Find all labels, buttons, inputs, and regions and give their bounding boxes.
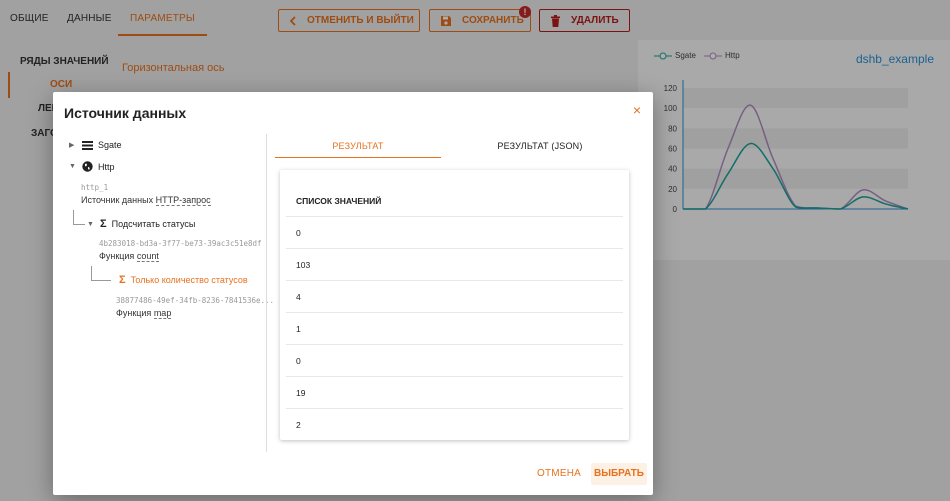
sigma-icon: Σ — [100, 218, 107, 230]
list-icon — [82, 140, 93, 150]
list-item: 19 — [286, 376, 623, 408]
tree-node-status-count-only[interactable]: Σ Только количество статусов — [119, 274, 248, 286]
description-prefix: Функция — [116, 308, 154, 318]
tree-connector — [91, 280, 111, 281]
tree-node-label: Только количество статусов — [130, 275, 248, 285]
node-description: Функция count — [99, 251, 159, 262]
tab-result-json[interactable]: РЕЗУЛЬТАТ (JSON) — [457, 134, 623, 158]
map-function-link[interactable]: map — [153, 308, 172, 319]
tree-connector — [91, 266, 92, 280]
data-source-tree: ▶ Sgate ▼ Http http_1 Источник данных HT… — [63, 136, 274, 451]
node-id: 4b283018-bd3a-3f77-be73-39ac3c51e8df — [99, 239, 262, 248]
sigma-icon: Σ — [119, 274, 126, 286]
description-prefix: Функция — [99, 251, 137, 261]
dialog-title: Источник данных — [64, 105, 187, 121]
description-prefix: Источник данных — [81, 195, 156, 205]
values-list-header: СПИСОК ЗНАЧЕНИЙ — [296, 196, 382, 206]
tree-connector — [73, 210, 74, 224]
http-request-link[interactable]: HTTP-запрос — [155, 195, 211, 206]
list-item: 4 — [286, 280, 623, 312]
globe-icon — [82, 161, 93, 172]
cancel-button[interactable]: ОТМЕНА — [537, 468, 581, 479]
count-function-link[interactable]: count — [136, 251, 159, 262]
expand-arrow-icon[interactable]: ▶ — [69, 141, 77, 149]
tree-node-label: Подсчитать статусы — [111, 219, 196, 229]
node-description: Функция map — [116, 308, 172, 319]
select-button[interactable]: ВЫБРАТЬ — [591, 463, 647, 485]
node-description: Источник данных HTTP-запрос — [81, 195, 211, 206]
tree-node-sgate[interactable]: ▶ Sgate — [69, 140, 122, 150]
tree-node-count-statuses[interactable]: ▼ Σ Подсчитать статусы — [87, 218, 195, 230]
data-source-dialog: Источник данных × ▶ Sgate ▼ Http http_1 … — [53, 92, 653, 495]
tree-node-label: Sgate — [98, 140, 122, 150]
tree-node-label: Http — [98, 161, 115, 172]
tree-connector — [73, 224, 85, 225]
list-item: 2 — [286, 408, 623, 440]
node-id: 38877486-49ef-34fb-8236-7841536e... — [116, 296, 275, 305]
tab-result[interactable]: РЕЗУЛЬТАТ — [275, 134, 441, 158]
collapse-arrow-icon[interactable]: ▼ — [69, 163, 77, 170]
tree-node-http[interactable]: ▼ Http — [69, 161, 115, 172]
panel-divider — [266, 134, 267, 452]
node-id: http_1 — [81, 183, 109, 192]
list-item: 0 — [286, 344, 623, 376]
list-item: 0 — [286, 216, 623, 248]
result-panel: СПИСОК ЗНАЧЕНИЙ 0 103 4 1 0 19 2 — [280, 170, 629, 440]
collapse-arrow-icon[interactable]: ▼ — [87, 221, 95, 228]
values-list: 0 103 4 1 0 19 2 — [286, 216, 623, 440]
list-item: 1 — [286, 312, 623, 344]
close-icon[interactable]: × — [633, 102, 641, 118]
list-item: 103 — [286, 248, 623, 280]
